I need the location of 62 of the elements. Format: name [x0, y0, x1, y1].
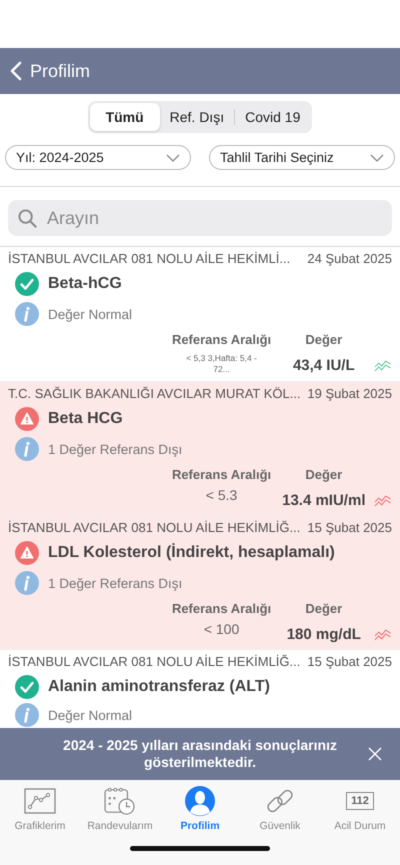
segment-tab[interactable]: Covid 19: [235, 103, 310, 131]
clinic-name: İSTANBUL AVCILAR 081 NOLU AİLE HEKİMLİĞ...: [8, 654, 300, 670]
warning-icon: [15, 407, 39, 432]
result-value: 13.4 mIU/ml: [282, 492, 366, 510]
close-icon: [368, 747, 382, 761]
test-name: LDL Kolesterol (İndirekt, hesaplamalı): [48, 544, 335, 562]
info-icon: [15, 437, 39, 462]
column-label: Değer: [305, 467, 342, 482]
result-value: 43,4 IU/L: [292, 357, 355, 374]
trend-icon[interactable]: [374, 358, 392, 372]
emergency-number: 112: [346, 792, 374, 810]
column-label: Referans Aralığı: [172, 601, 272, 616]
dropdown[interactable]: Yıl: 2024-2025: [5, 145, 191, 170]
check-icon: [15, 272, 39, 296]
result-date: 24 Şubat 2025: [307, 251, 392, 266]
result-note: Değer Normal: [48, 708, 132, 723]
result-card[interactable]: İSTANBUL AVCILAR 081 NOLU AİLE HEKİMLİĞ... 15 Şubat 2025 LDL Kolesterol (İndirekt, hesaplamalı) 1 Değer Referans Dışı Referans Aralığı < 100 Değer 180 mg/dL: [0, 516, 400, 650]
result-date: 19 Şubat 2025: [307, 386, 392, 402]
trend-icon[interactable]: [374, 493, 392, 508]
result-date: 15 Şubat 2025: [307, 654, 392, 670]
calendar-clock-icon: [104, 787, 136, 815]
segment-tab[interactable]: Tümü: [90, 103, 160, 131]
result-note: 1 Değer Referans Dışı: [48, 576, 182, 591]
column-label: Değer: [305, 332, 342, 347]
column-label: Değer: [305, 601, 342, 616]
clinic-name: İSTANBUL AVCILAR 081 NOLU AİLE HEKİMLİ...: [8, 251, 290, 266]
result-date: 15 Şubat 2025: [307, 520, 392, 536]
check-icon: [15, 675, 39, 700]
clinic-name: İSTANBUL AVCILAR 081 NOLU AİLE HEKİMLİĞ...: [8, 520, 300, 536]
tab-item[interactable]: Profilim: [161, 786, 239, 840]
warning-icon: [15, 541, 39, 566]
segment-tab[interactable]: Ref. Dışı: [160, 103, 234, 131]
chevron-down-icon: [370, 154, 384, 162]
back-icon: [10, 61, 22, 81]
info-icon: [15, 302, 39, 326]
back-button[interactable]: Profilim: [10, 60, 90, 82]
banner-message: 2024 - 2025 yılları arasındaki sonuçlarınız gösterilmektedir.: [62, 736, 338, 772]
column-label: Referans Aralığı: [172, 332, 272, 347]
trend-icon[interactable]: [374, 627, 392, 642]
clinic-name: T.C. SAĞLIK BAKANLIĞI AVCILAR MURAT KÖL...: [8, 386, 301, 402]
search-field[interactable]: Arayın: [8, 200, 392, 236]
result-note: 1 Değer Referans Dışı: [48, 442, 182, 457]
test-name: Beta-hCG: [48, 275, 122, 293]
column-label: Referans Aralığı: [172, 467, 272, 482]
search-input[interactable]: Arayın: [45, 206, 349, 230]
info-icon: [15, 703, 39, 728]
test-name: Beta HCG: [48, 410, 123, 428]
reference-range: < 5,3 3,Hafta: 5,4 - 72...: [185, 353, 258, 376]
person-icon: [185, 786, 215, 816]
chevron-down-icon: [166, 154, 180, 162]
close-button[interactable]: [368, 747, 382, 761]
reference-range: < 5.3: [206, 487, 238, 504]
result-note: Değer Normal: [48, 306, 132, 322]
dropdown[interactable]: Tahlil Tarihi Seçiniz: [209, 145, 395, 170]
reference-range: < 100: [204, 621, 240, 638]
line-chart-icon: [24, 788, 56, 814]
test-name: Alanin aminotransferaz (ALT): [48, 678, 270, 696]
search-icon: [18, 208, 37, 228]
result-card[interactable]: T.C. SAĞLIK BAKANLIĞI AVCILAR MURAT KÖL... 19 Şubat 2025 Beta HCG 1 Değer Referans Dışı Referans Aralığı < 5.3 Değer 13.4 mIU/ml: [0, 382, 400, 516]
result-value: 180 mg/dL: [286, 626, 361, 644]
info-icon: [15, 571, 39, 596]
tab-item[interactable]: 112 Acil Durum: [321, 786, 399, 840]
